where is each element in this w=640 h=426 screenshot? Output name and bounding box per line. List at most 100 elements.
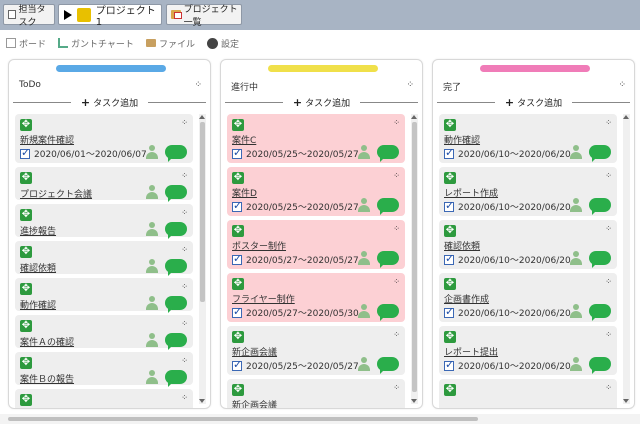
task-title[interactable]: 案件D — [232, 186, 257, 199]
scrollbar-thumb[interactable] — [8, 417, 478, 421]
task-card[interactable]: ✥ ⁘ レポート作成 2020/06/10～2020/06/20 — [439, 167, 617, 216]
assignee-icon[interactable] — [145, 296, 159, 310]
move-handle-icon[interactable]: ✥ — [20, 119, 32, 131]
task-title[interactable]: 新企画会議 — [232, 398, 277, 408]
comment-icon[interactable] — [589, 304, 611, 321]
task-card[interactable]: ✥ ⁘ 新企画会議 — [227, 379, 405, 408]
comment-icon[interactable] — [589, 357, 611, 374]
assignee-icon[interactable] — [357, 251, 371, 265]
add-task-button[interactable]: + タスク追加 — [283, 96, 360, 109]
card-menu-icon[interactable]: ⁘ — [393, 277, 400, 286]
move-handle-icon[interactable]: ✥ — [444, 331, 456, 343]
card-menu-icon[interactable]: ⁘ — [605, 118, 612, 127]
task-card[interactable]: ✥ ⁘ プロジェクト会議 — [15, 167, 193, 202]
assignee-icon[interactable] — [569, 198, 583, 212]
card-menu-icon[interactable]: ⁘ — [605, 277, 612, 286]
task-title[interactable]: 企画書作成 — [444, 292, 489, 305]
move-handle-icon[interactable]: ✥ — [20, 172, 32, 184]
move-handle-icon[interactable]: ✥ — [232, 225, 244, 237]
card-menu-icon[interactable]: ⁘ — [181, 282, 188, 291]
add-task-button[interactable]: + タスク追加 — [495, 96, 572, 109]
assignee-icon[interactable] — [569, 251, 583, 265]
move-handle-icon[interactable]: ✥ — [444, 225, 456, 237]
task-card[interactable]: ✥ ⁘ フライヤー制作 2020/05/27～2020/05/30 — [227, 273, 405, 322]
vertical-scrollbar[interactable] — [199, 114, 206, 404]
card-menu-icon[interactable]: ⁘ — [181, 208, 188, 217]
assignee-icon[interactable] — [145, 145, 159, 159]
task-title[interactable]: レポート作成 — [444, 186, 498, 199]
comment-icon[interactable] — [589, 198, 611, 215]
move-handle-icon[interactable]: ✥ — [232, 384, 244, 396]
scroll-up-icon[interactable] — [199, 115, 205, 119]
move-handle-icon[interactable]: ✥ — [444, 172, 456, 184]
card-menu-icon[interactable]: ⁘ — [181, 171, 188, 180]
card-menu-icon[interactable]: ⁘ — [393, 118, 400, 127]
assignee-icon[interactable] — [357, 145, 371, 159]
comment-icon[interactable] — [165, 333, 187, 350]
task-card[interactable]: ✥ ⁘ 案件C 2020/05/25～2020/05/27 — [227, 114, 405, 163]
checkbox-icon[interactable] — [232, 305, 242, 318]
move-handle-icon[interactable]: ✥ — [20, 209, 32, 221]
comment-icon[interactable] — [377, 251, 399, 268]
move-handle-icon[interactable]: ✥ — [232, 331, 244, 343]
comment-icon[interactable] — [377, 357, 399, 374]
settings-link[interactable]: 設定 — [206, 37, 239, 50]
task-title[interactable]: 確認依頼 — [20, 261, 56, 274]
vertical-scrollbar[interactable] — [623, 114, 630, 404]
comment-icon[interactable] — [377, 198, 399, 215]
move-handle-icon[interactable]: ✥ — [20, 357, 32, 369]
task-card[interactable]: ✥ ⁘ 企画書作成 2020/06/10～2020/06/20 — [439, 273, 617, 322]
comment-icon[interactable] — [165, 370, 187, 387]
add-task-button[interactable]: + タスク追加 — [71, 96, 148, 109]
assignee-icon[interactable] — [145, 259, 159, 273]
task-card[interactable]: ✥ ⁘ 新企画会議 2020/05/25～2020/05/27 — [227, 326, 405, 375]
assignee-icon[interactable] — [569, 145, 583, 159]
task-card[interactable]: ✥ ⁘ — [439, 379, 617, 408]
move-handle-icon[interactable]: ✥ — [20, 320, 32, 332]
move-handle-icon[interactable]: ✥ — [20, 246, 32, 258]
task-title[interactable]: 案件Ｂの報告 — [20, 372, 74, 385]
comment-icon[interactable] — [165, 222, 187, 239]
scroll-down-icon[interactable] — [199, 399, 205, 403]
scroll-down-icon[interactable] — [411, 399, 417, 403]
scrollbar-thumb[interactable] — [200, 122, 205, 302]
column-menu-icon[interactable]: ⁘ — [406, 80, 413, 90]
task-card[interactable]: ✥ ⁘ 進捗報告 — [15, 204, 193, 239]
assignee-icon[interactable] — [569, 304, 583, 318]
comment-icon[interactable] — [165, 259, 187, 276]
checkbox-icon[interactable] — [20, 146, 30, 159]
card-menu-icon[interactable]: ⁘ — [181, 319, 188, 328]
assignee-icon[interactable] — [145, 370, 159, 384]
card-menu-icon[interactable]: ⁘ — [605, 171, 612, 180]
task-card[interactable]: ✥ ⁘ 確認依頼 — [15, 241, 193, 276]
scroll-up-icon[interactable] — [411, 115, 417, 119]
move-handle-icon[interactable]: ✥ — [444, 278, 456, 290]
checkbox-icon[interactable] — [444, 199, 454, 212]
task-card[interactable]: ✥ ⁘ レポート提出 2020/06/10～2020/06/20 — [439, 326, 617, 375]
move-handle-icon[interactable]: ✥ — [444, 119, 456, 131]
vertical-scrollbar[interactable] — [411, 114, 418, 404]
task-title[interactable]: レポート提出 — [444, 345, 498, 358]
card-menu-icon[interactable]: ⁘ — [181, 245, 188, 254]
column-menu-icon[interactable]: ⁘ — [618, 80, 625, 90]
checkbox-icon[interactable] — [232, 358, 242, 371]
card-menu-icon[interactable]: ⁘ — [181, 356, 188, 365]
task-title[interactable]: 動作確認 — [20, 298, 56, 311]
move-handle-icon[interactable]: ✥ — [232, 119, 244, 131]
scroll-up-icon[interactable] — [623, 115, 629, 119]
task-title[interactable]: 動作確認 — [444, 133, 480, 146]
checkbox-icon[interactable] — [444, 146, 454, 159]
task-card[interactable]: ✥ ⁘ ポスター制作 2020/05/27～2020/05/27 — [227, 220, 405, 269]
assignee-icon[interactable] — [357, 357, 371, 371]
task-card[interactable]: ✥ ⁘ — [15, 389, 193, 408]
task-card[interactable]: ✥ ⁘ 案件Ａの確認 — [15, 315, 193, 350]
checkbox-icon[interactable] — [232, 199, 242, 212]
task-title[interactable]: 案件C — [232, 133, 256, 146]
checkbox-icon[interactable] — [444, 252, 454, 265]
task-title[interactable]: フライヤー制作 — [232, 292, 295, 305]
assignee-icon[interactable] — [145, 333, 159, 347]
assignee-icon[interactable] — [145, 185, 159, 199]
comment-icon[interactable] — [589, 251, 611, 268]
card-menu-icon[interactable]: ⁘ — [605, 383, 612, 392]
move-handle-icon[interactable]: ✥ — [232, 172, 244, 184]
